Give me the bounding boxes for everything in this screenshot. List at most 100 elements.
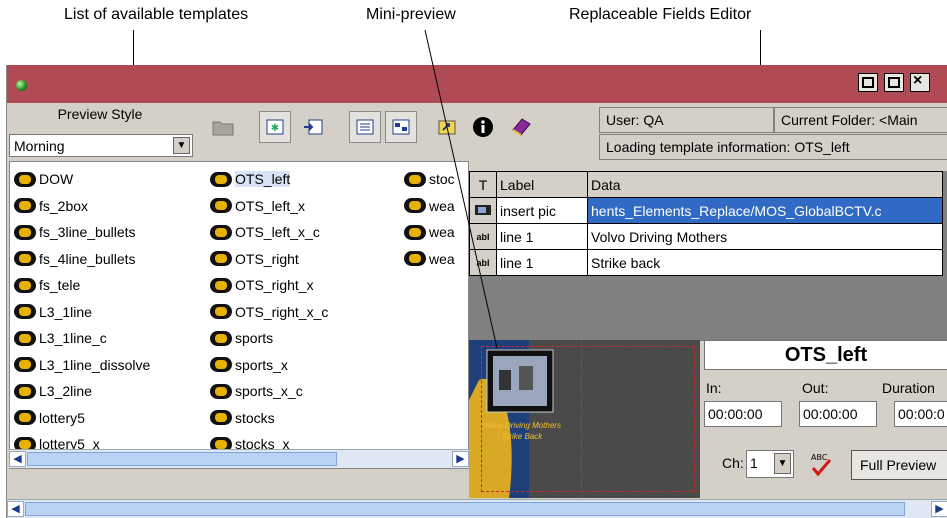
template-icon <box>404 198 426 214</box>
window-scrollbar[interactable]: ◀ ▶ <box>7 499 947 518</box>
template-list-item[interactable]: L3_1line_c <box>14 325 150 352</box>
in-time-input[interactable]: 00:00:00 <box>704 401 782 427</box>
template-list-scrollbar[interactable]: ◀ ▶ <box>9 449 469 468</box>
spellcheck-icon: ABC <box>811 453 832 477</box>
export-button[interactable] <box>431 111 463 143</box>
data-column-header[interactable]: Data <box>587 171 943 198</box>
fields-header-row: T Label Data <box>469 171 943 198</box>
template-list-item[interactable]: wea <box>404 246 455 273</box>
channel-select[interactable]: 1 ▼ <box>746 450 794 478</box>
preview-style-value: Morning <box>14 138 65 154</box>
spellcheck-button[interactable]: ABC <box>808 450 836 478</box>
field-data-input[interactable]: hents_Elements_Replace/MOS_GlobalBCTV.c <box>587 197 943 224</box>
template-list-item[interactable]: OTS_right_x_c <box>210 299 328 326</box>
duration-time-input[interactable]: 00:00:0 <box>894 401 947 427</box>
template-name: fs_4line_bullets <box>39 250 136 267</box>
template-name: L3_1line <box>39 303 92 320</box>
template-list-item[interactable]: wea <box>404 193 455 220</box>
template-list-item[interactable]: DOW <box>14 166 150 193</box>
label-column-header[interactable]: Label <box>496 171 588 198</box>
template-list-item[interactable]: L3_2line <box>14 378 150 405</box>
template-name: lottery5 <box>39 409 85 426</box>
type-column-header[interactable]: T <box>469 171 497 198</box>
field-data-input[interactable]: Volvo Driving Mothers <box>587 223 943 250</box>
field-row[interactable]: abl line 1 Volvo Driving Mothers <box>469 223 943 250</box>
template-list-item[interactable]: fs_4line_bullets <box>14 246 150 273</box>
full-preview-button[interactable]: Full Preview <box>851 450 947 480</box>
template-list-item[interactable]: L3_1line <box>14 299 150 326</box>
template-icon <box>14 357 36 373</box>
text-field-icon: abl <box>469 249 497 276</box>
chevron-down-icon[interactable]: ▼ <box>774 453 791 474</box>
maximize-button[interactable] <box>884 73 904 92</box>
template-name: DOW <box>39 171 74 188</box>
mini-preview: Volvo Driving Mothers Strike Back <box>469 340 700 498</box>
template-icon <box>14 330 36 346</box>
scroll-thumb[interactable] <box>27 452 337 466</box>
import-icon <box>304 119 323 135</box>
help-book-icon <box>512 118 531 136</box>
template-list-item[interactable]: OTS_right_x <box>210 272 328 299</box>
template-list-item[interactable]: sports_x_c <box>210 378 328 405</box>
scroll-left-icon[interactable]: ◀ <box>9 451 26 467</box>
preview-caption: Volvo Driving Mothers Strike Back <box>477 420 567 442</box>
template-name: fs_3line_bullets <box>39 224 136 241</box>
close-button[interactable]: × <box>910 72 930 92</box>
callout-templates: List of available templates <box>64 6 249 23</box>
minimize-button[interactable] <box>858 73 878 92</box>
svg-text:✱: ✱ <box>271 123 279 134</box>
template-list-item[interactable]: lottery5 <box>14 405 150 432</box>
field-label: insert pic <box>496 197 588 224</box>
app-status-icon <box>16 80 27 91</box>
folder-icon <box>212 121 234 136</box>
template-column-1: DOW fs_2box fs_3line_bullets fs_4line_bulle… <box>14 166 150 458</box>
template-list-item[interactable]: OTS_left_x_c <box>210 219 328 246</box>
out-time-input[interactable]: 00:00:00 <box>799 401 877 427</box>
status-message: Loading template information: OTS_left <box>599 134 947 160</box>
template-list-item[interactable]: fs_2box <box>14 193 150 220</box>
callout-fields-editor: Replaceable Fields Editor <box>569 6 752 23</box>
template-list-item[interactable]: fs_tele <box>14 272 150 299</box>
template-icon <box>210 383 232 399</box>
template-list-item[interactable]: L3_1line_dissolve <box>14 352 150 379</box>
close-icon: × <box>913 72 923 89</box>
template-list-item[interactable]: sports <box>210 325 328 352</box>
template-list-item[interactable]: OTS_left <box>210 166 328 193</box>
template-icon <box>210 277 232 293</box>
field-data-input[interactable]: Strike back <box>587 249 943 276</box>
template-list[interactable]: DOW fs_2box fs_3line_bullets fs_4line_bulle… <box>9 161 469 469</box>
template-icon <box>404 251 426 267</box>
scroll-thumb[interactable] <box>25 502 905 516</box>
scroll-right-icon[interactable]: ▶ <box>452 451 469 467</box>
help-button[interactable] <box>505 111 537 143</box>
template-list-item[interactable]: wea <box>404 219 455 246</box>
template-name: L3_2line <box>39 383 92 400</box>
scroll-right-icon[interactable]: ▶ <box>931 501 947 517</box>
folder-button[interactable] <box>207 111 239 143</box>
template-list-item[interactable]: OTS_left_x <box>210 193 328 220</box>
detail-view-button[interactable] <box>385 111 417 143</box>
new-template-button[interactable]: ✱ <box>259 111 291 143</box>
scroll-left-icon[interactable]: ◀ <box>7 501 24 517</box>
preview-caption-line-1: Volvo Driving Mothers <box>483 421 561 430</box>
template-name: sports_x_c <box>235 383 303 400</box>
info-button[interactable] <box>467 111 499 143</box>
template-name: stocks <box>235 409 275 426</box>
field-row[interactable]: abl line 1 Strike back <box>469 249 943 276</box>
chevron-down-icon[interactable]: ▼ <box>173 137 190 154</box>
list-view-button[interactable] <box>349 111 381 143</box>
template-name: OTS_right_x <box>235 277 314 294</box>
template-list-item[interactable]: sports_x <box>210 352 328 379</box>
template-list-item[interactable]: stocks <box>210 405 328 432</box>
template-list-item[interactable]: stoc <box>404 166 455 193</box>
field-row[interactable]: insert pic hents_Elements_Replace/MOS_Gl… <box>469 197 943 224</box>
template-icon <box>14 224 36 240</box>
template-list-item[interactable]: OTS_right <box>210 246 328 273</box>
svg-text:ABC: ABC <box>811 453 828 462</box>
import-button[interactable] <box>297 111 329 143</box>
timing-panel: OTS_left In: Out: Duration 00:00:00 00:0… <box>704 340 947 498</box>
template-list-item[interactable]: fs_3line_bullets <box>14 219 150 246</box>
template-icon <box>14 171 36 187</box>
preview-style-select[interactable]: Morning ▼ <box>9 134 193 157</box>
detail-view-icon <box>392 119 410 135</box>
